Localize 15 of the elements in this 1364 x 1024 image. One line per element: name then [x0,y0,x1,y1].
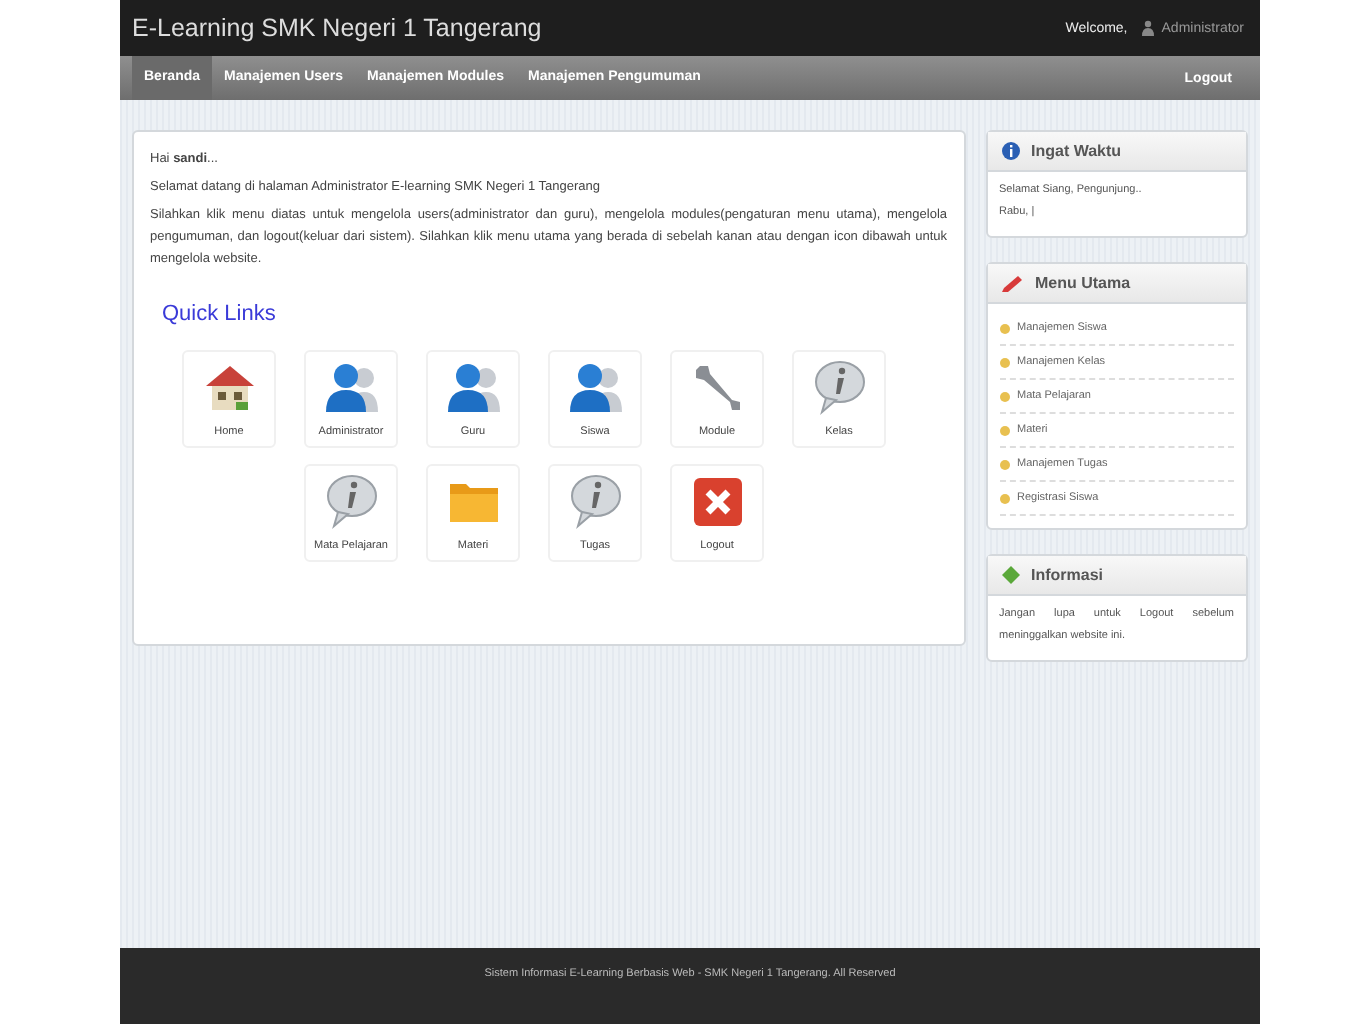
diamond-icon [1001,566,1019,584]
bullet-icon [999,493,1009,503]
bullet-icon [999,391,1009,401]
user-icon [1141,20,1154,36]
bullet-icon [999,459,1009,469]
bullet-icon [999,357,1009,367]
quick-links-heading: Quick Links [162,302,278,326]
bullet-icon [999,425,1009,435]
info-icon [1001,142,1019,160]
panel-title: Informasi [1031,566,1104,584]
panel-title: Ingat Waktu [1031,142,1122,160]
pencil-icon [1001,274,1023,292]
site-title: E-Learning SMK Negeri 1 Tangerang [132,14,542,42]
bullet-icon [999,323,1009,333]
panel-title: Menu Utama [1035,274,1131,292]
